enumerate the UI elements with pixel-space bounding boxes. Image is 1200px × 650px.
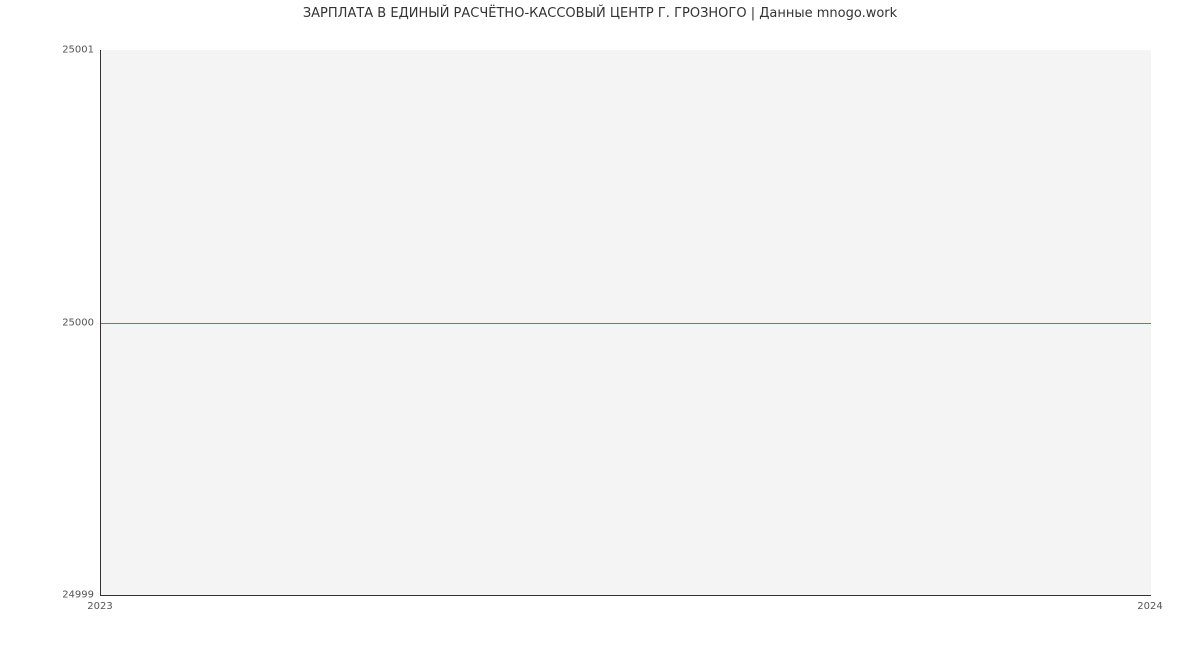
ytick-25001: 25001 (62, 45, 94, 56)
xtick-2024: 2024 (1137, 601, 1162, 612)
ytick-24999: 24999 (62, 590, 94, 601)
chart-title: ЗАРПЛАТА В ЕДИНЫЙ РАСЧЁТНО-КАССОВЫЙ ЦЕНТ… (0, 6, 1200, 21)
xtick-2023: 2023 (87, 601, 112, 612)
chart-container: ЗАРПЛАТА В ЕДИНЫЙ РАСЧЁТНО-КАССОВЫЙ ЦЕНТ… (0, 0, 1200, 650)
plot-area (100, 50, 1151, 596)
ytick-25000: 25000 (62, 317, 94, 328)
data-line (101, 323, 1151, 324)
